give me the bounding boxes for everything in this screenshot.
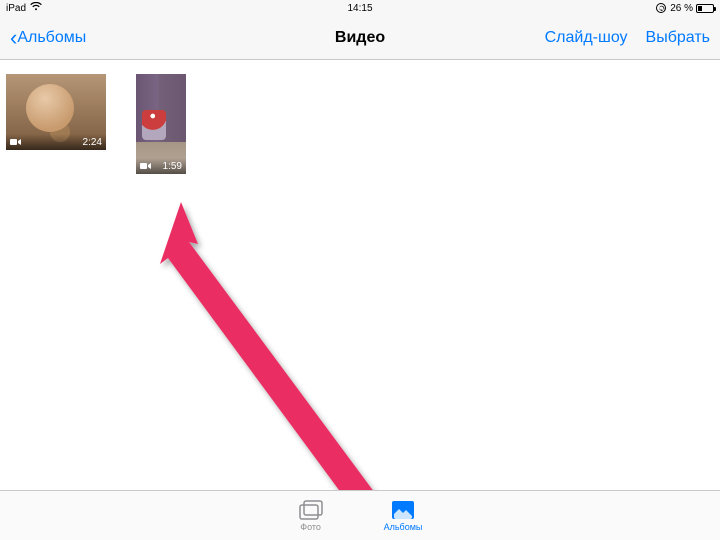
video-duration: 1:59 xyxy=(163,161,182,172)
battery-icon xyxy=(696,4,714,13)
video-icon xyxy=(140,162,151,170)
video-icon xyxy=(10,138,21,146)
status-left: iPad xyxy=(6,2,42,14)
back-button[interactable]: ‹ Альбомы xyxy=(10,27,86,49)
thumbnail-overlay: 1:59 xyxy=(136,158,186,174)
wifi-icon xyxy=(30,2,42,14)
tab-label: Альбомы xyxy=(384,522,423,532)
status-time: 14:15 xyxy=(347,3,372,14)
tab-label: Фото xyxy=(300,522,321,532)
content-area: 2:24 1:59 xyxy=(0,60,720,490)
chevron-left-icon: ‹ xyxy=(10,27,17,49)
tab-bar: Фото Альбомы xyxy=(0,490,720,540)
rotation-lock-icon xyxy=(656,3,666,13)
video-duration: 2:24 xyxy=(83,137,102,148)
annotation-arrow xyxy=(158,202,418,537)
page-title: Видео xyxy=(335,29,385,47)
video-thumbnail[interactable]: 2:24 xyxy=(6,74,106,150)
albums-icon xyxy=(390,499,416,521)
slideshow-button[interactable]: Слайд-шоу xyxy=(545,29,628,47)
battery-percent: 26 % xyxy=(670,3,693,14)
photos-stack-icon xyxy=(298,499,324,521)
status-right: 26 % xyxy=(656,3,714,14)
device-label: iPad xyxy=(6,3,26,14)
select-button[interactable]: Выбрать xyxy=(646,29,710,47)
nav-actions: Слайд-шоу Выбрать xyxy=(545,29,710,47)
battery-indicator: 26 % xyxy=(670,3,714,14)
back-label: Альбомы xyxy=(17,29,86,47)
tab-albums[interactable]: Альбомы xyxy=(384,499,423,532)
thumbnail-overlay: 2:24 xyxy=(6,134,106,150)
status-bar: iPad 14:15 26 % xyxy=(0,0,720,16)
tab-photos[interactable]: Фото xyxy=(298,499,324,532)
navigation-bar: ‹ Альбомы Видео Слайд-шоу Выбрать xyxy=(0,16,720,60)
video-thumbnail[interactable]: 1:59 xyxy=(136,74,186,174)
video-grid: 2:24 1:59 xyxy=(6,74,714,174)
